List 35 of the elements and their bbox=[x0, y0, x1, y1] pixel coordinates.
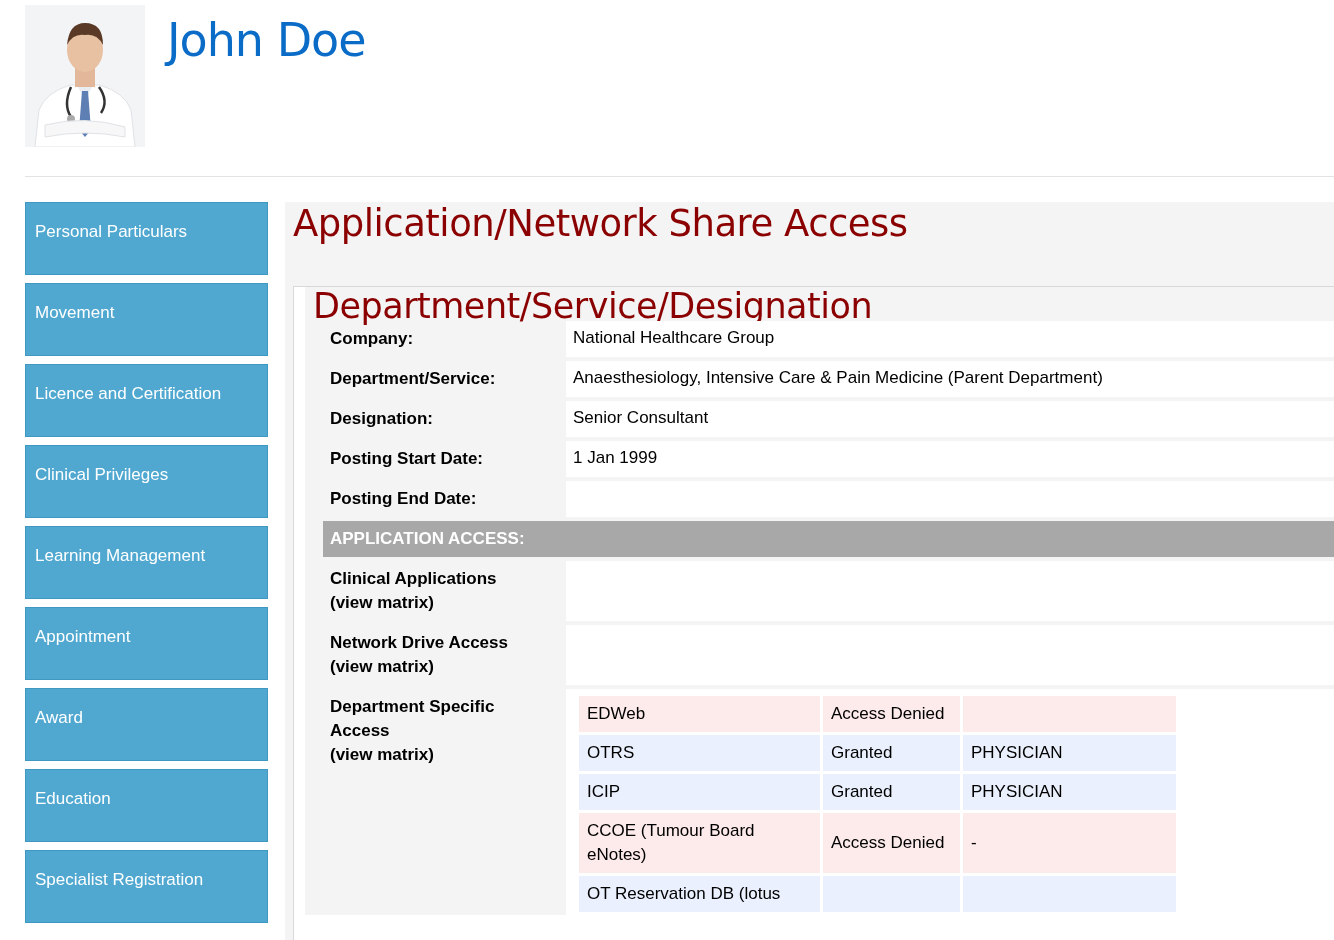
field-label: Network Drive Access (view matrix) bbox=[329, 632, 509, 678]
field-value: Anaesthesiology, Intensive Care & Pain Medicine (Parent Department) bbox=[566, 361, 1334, 397]
field-label: Posting End Date: bbox=[329, 488, 478, 510]
table-cell: PHYSICIAN bbox=[963, 735, 1176, 771]
field-label: Posting Start Date: bbox=[329, 448, 485, 470]
sidebar-item[interactable]: Movement bbox=[25, 283, 268, 356]
sidebar-item[interactable]: Appointment bbox=[25, 607, 268, 680]
page-title: Application/Network Share Access bbox=[293, 202, 909, 247]
sidebar-item[interactable]: Personal Particulars bbox=[25, 202, 268, 275]
sidebar-item[interactable]: Award bbox=[25, 688, 268, 761]
field-value: 1 Jan 1999 bbox=[566, 441, 1334, 477]
sidebar-item[interactable]: Education bbox=[25, 769, 268, 842]
table-cell: Granted bbox=[823, 735, 960, 771]
section-header: APPLICATION ACCESS: bbox=[323, 521, 1334, 557]
sidebar-item[interactable]: Specialist Registration bbox=[25, 850, 268, 923]
field-label: Company: bbox=[329, 328, 415, 350]
sidebar-item[interactable]: Learning Management bbox=[25, 526, 268, 599]
sidebar-item[interactable]: Licence and Certification bbox=[25, 364, 268, 437]
table-cell: EDWeb bbox=[579, 696, 820, 732]
table-cell: OT Reservation DB (lotus bbox=[579, 876, 820, 912]
table-cell: CCOE (Tumour Board eNotes) bbox=[579, 813, 820, 873]
field-label: Department/Service: bbox=[329, 368, 497, 390]
table-cell: PHYSICIAN bbox=[963, 774, 1176, 810]
table-cell: Access Denied bbox=[823, 813, 960, 873]
sidebar-item[interactable]: Clinical Privileges bbox=[25, 445, 268, 518]
field-label: Clinical Applications (view matrix) bbox=[329, 568, 498, 614]
table-cell: Access Denied bbox=[823, 696, 960, 732]
table-cell: - bbox=[963, 813, 1176, 873]
table-cell: Granted bbox=[823, 774, 960, 810]
table-cell: ICIP bbox=[579, 774, 820, 810]
table-cell: OTRS bbox=[579, 735, 820, 771]
field-value: National Healthcare Group bbox=[566, 321, 1334, 357]
field-value: Senior Consultant bbox=[566, 401, 1334, 437]
field-label: Designation: bbox=[329, 408, 434, 430]
field-label: Department Specific Access (view matrix) bbox=[329, 696, 496, 766]
